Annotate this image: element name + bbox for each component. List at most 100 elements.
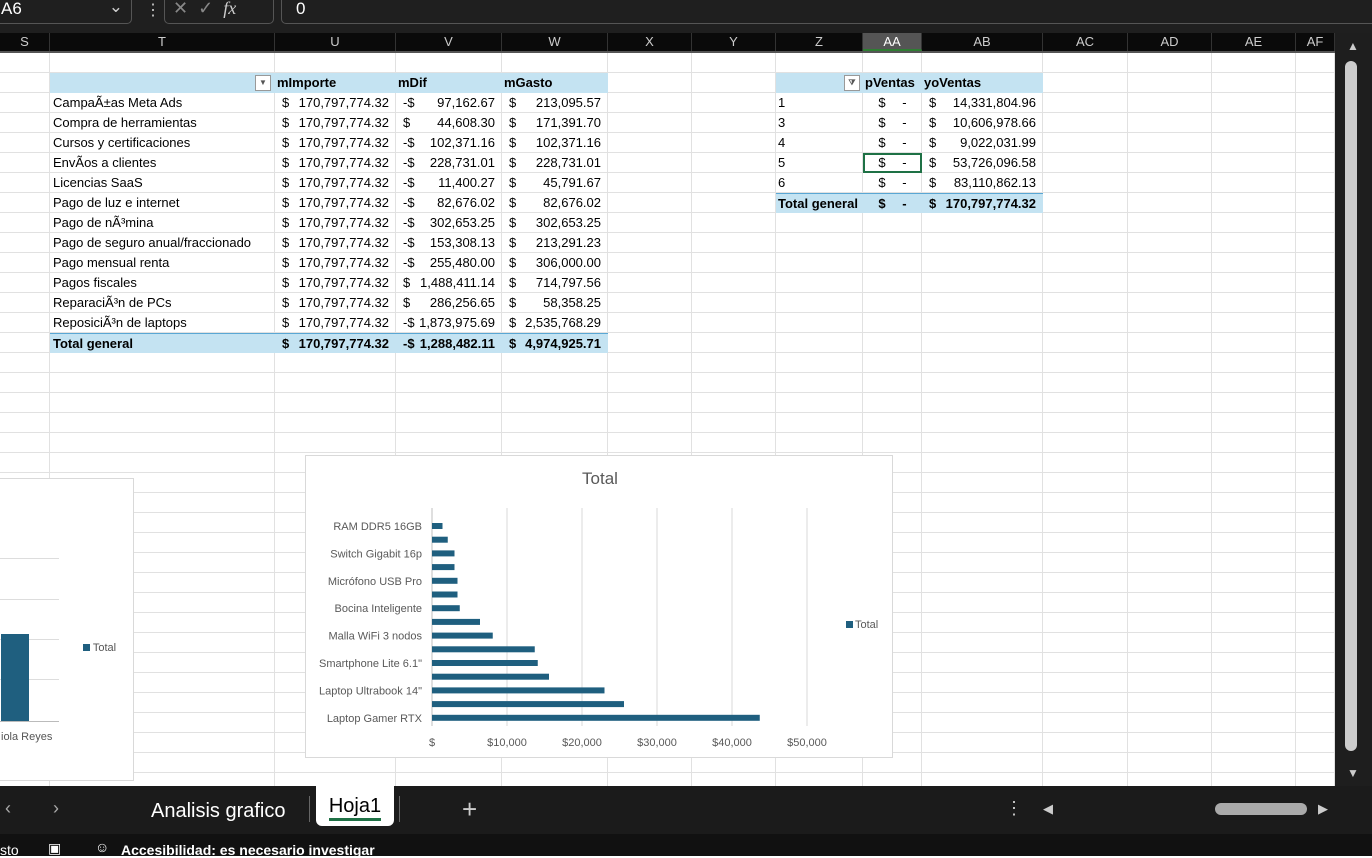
money-cell[interactable]: -$ 82,676.02	[396, 193, 502, 213]
enter-icon[interactable]: ✓	[198, 0, 223, 18]
scroll-down-icon[interactable]: ▼	[1347, 766, 1359, 780]
money-cell[interactable]: -$ 228,731.01	[396, 153, 502, 173]
row-label[interactable]: Compra de herramientas	[50, 113, 275, 133]
money-cell[interactable]: $10,606,978.66	[922, 113, 1043, 133]
money-cell[interactable]: $170,797,774.32	[922, 193, 1043, 213]
money-cell[interactable]: -$ 153,308.13	[396, 233, 502, 253]
tab-analisis-grafico[interactable]: Analisis grafico	[151, 800, 286, 823]
add-sheet-button[interactable]: +	[462, 794, 477, 825]
money-cell[interactable]: $302,653.25	[502, 213, 608, 233]
money-cell[interactable]: $45,791.67	[502, 173, 608, 193]
money-cell[interactable]: $83,110,862.13	[922, 173, 1043, 193]
row-label[interactable]: Licencias SaaS	[50, 173, 275, 193]
macro-icon[interactable]: ▣	[48, 840, 61, 857]
row-label[interactable]: Pagos fiscales	[50, 273, 275, 293]
row-label[interactable]: Cursos y certificaciones	[50, 133, 275, 153]
row-label[interactable]: 3	[776, 113, 863, 133]
row-label[interactable]: Total general	[50, 333, 275, 353]
bar-chart[interactable]: Total $ $10,000 $20,000 $30,000 $40,000 $50,00…	[305, 455, 893, 758]
money-cell[interactable]: $170,797,774.32	[275, 213, 396, 233]
next-sheet-icon[interactable]: ›	[53, 798, 59, 819]
row-label[interactable]: 6	[776, 173, 863, 193]
column-header-U[interactable]: U	[275, 33, 396, 51]
money-cell[interactable]: $ -	[863, 113, 922, 133]
money-cell[interactable]: $58,358.25	[502, 293, 608, 313]
name-box[interactable]: A6 ⌄	[0, 0, 132, 24]
money-cell[interactable]: $170,797,774.32	[275, 333, 396, 353]
row-label[interactable]: 1	[776, 93, 863, 113]
scroll-left-icon[interactable]: ◀	[1043, 801, 1053, 817]
money-cell[interactable]: $213,095.57	[502, 93, 608, 113]
tab-hoja1[interactable]: Hoja1	[316, 786, 394, 826]
column-header-AD[interactable]: AD	[1128, 33, 1212, 51]
money-cell[interactable]: -$ 102,371.16	[396, 133, 502, 153]
scroll-right-icon[interactable]: ▶	[1318, 801, 1328, 817]
column-header-S[interactable]: S	[0, 33, 50, 51]
money-cell[interactable]: $4,974,925.71	[502, 333, 608, 353]
money-cell[interactable]: $82,676.02	[502, 193, 608, 213]
money-cell[interactable]: $306,000.00	[502, 253, 608, 273]
money-cell[interactable]: $170,797,774.32	[275, 93, 396, 113]
accessibility-icon[interactable]: ☺	[95, 839, 109, 855]
more-icon[interactable]: ⋮	[145, 0, 161, 20]
money-cell[interactable]: $170,797,774.32	[275, 153, 396, 173]
money-cell[interactable]: -$ 255,480.00	[396, 253, 502, 273]
pivot-column-header[interactable]: mDif	[398, 73, 498, 93]
row-label[interactable]: Pago mensual renta	[50, 253, 275, 273]
money-cell[interactable]: -$ 1,873,975.69	[396, 313, 502, 333]
money-cell[interactable]: $102,371.16	[502, 133, 608, 153]
filter-dropdown-icon[interactable]: ▼	[255, 75, 271, 91]
filter-dropdown-icon[interactable]: ⧩	[844, 75, 860, 91]
column-header-AC[interactable]: AC	[1043, 33, 1128, 51]
money-cell[interactable]: $170,797,774.32	[275, 273, 396, 293]
money-cell[interactable]: -$ 302,653.25	[396, 213, 502, 233]
pivot-column-header[interactable]: yoVentas	[924, 73, 1024, 93]
money-cell[interactable]: -$ 11,400.27	[396, 173, 502, 193]
money-cell[interactable]: $170,797,774.32	[275, 173, 396, 193]
scroll-up-icon[interactable]: ▲	[1347, 39, 1359, 53]
row-label[interactable]: ReposiciÃ³n de laptops	[50, 313, 275, 333]
money-cell[interactable]: $53,726,096.58	[922, 153, 1043, 173]
row-label[interactable]: Total general	[776, 193, 863, 213]
scroll-thumb[interactable]	[1345, 61, 1357, 751]
money-cell[interactable]: -$ 1,288,482.11	[396, 333, 502, 353]
column-header-AE[interactable]: AE	[1212, 33, 1296, 51]
money-cell[interactable]: $170,797,774.32	[275, 113, 396, 133]
money-cell[interactable]: $1,488,411.14	[396, 273, 502, 293]
money-cell[interactable]: $ -	[863, 173, 922, 193]
column-header-W[interactable]: W	[502, 33, 608, 51]
column-header-V[interactable]: V	[396, 33, 502, 51]
money-cell[interactable]: $170,797,774.32	[275, 133, 396, 153]
column-header-AB[interactable]: AB	[922, 33, 1043, 51]
column-header-Y[interactable]: Y	[692, 33, 776, 51]
pivot-column-header[interactable]: mImporte	[277, 73, 377, 93]
money-cell[interactable]: $286,256.65	[396, 293, 502, 313]
row-label[interactable]: ReparaciÃ³n de PCs	[50, 293, 275, 313]
prev-sheet-icon[interactable]: ‹	[5, 798, 11, 819]
fx-icon[interactable]: fx	[223, 0, 236, 18]
row-label[interactable]: Pago de seguro anual/fraccionado	[50, 233, 275, 253]
horizontal-scroll-thumb[interactable]	[1215, 803, 1307, 815]
money-cell[interactable]: -$ 97,162.67	[396, 93, 502, 113]
row-label[interactable]: 5	[776, 153, 863, 173]
money-cell[interactable]: $44,608.30	[396, 113, 502, 133]
money-cell[interactable]: $170,797,774.32	[275, 313, 396, 333]
money-cell[interactable]: $170,797,774.32	[275, 193, 396, 213]
money-cell[interactable]: $ -	[863, 193, 922, 213]
row-label[interactable]: Pago de luz e internet	[50, 193, 275, 213]
left-chart[interactable]: Total iola Reyes	[0, 478, 134, 781]
row-label[interactable]: CampaÃ±as Meta Ads	[50, 93, 275, 113]
row-label[interactable]: Pago de nÃ³mina	[50, 213, 275, 233]
money-cell[interactable]: $170,797,774.32	[275, 233, 396, 253]
formula-input[interactable]: 0	[281, 0, 1372, 24]
money-cell[interactable]: $9,022,031.99	[922, 133, 1043, 153]
column-header-Z[interactable]: Z	[776, 33, 863, 51]
money-cell[interactable]: $170,797,774.32	[275, 253, 396, 273]
money-cell[interactable]: $2,535,768.29	[502, 313, 608, 333]
pivot-column-header[interactable]: pVentas	[865, 73, 925, 93]
vertical-scrollbar[interactable]: ▲ ▼	[1335, 33, 1372, 786]
money-cell[interactable]: $228,731.01	[502, 153, 608, 173]
column-header-AA[interactable]: AA	[863, 33, 922, 51]
row-label[interactable]: 4	[776, 133, 863, 153]
cancel-icon[interactable]: ✕	[173, 0, 198, 18]
